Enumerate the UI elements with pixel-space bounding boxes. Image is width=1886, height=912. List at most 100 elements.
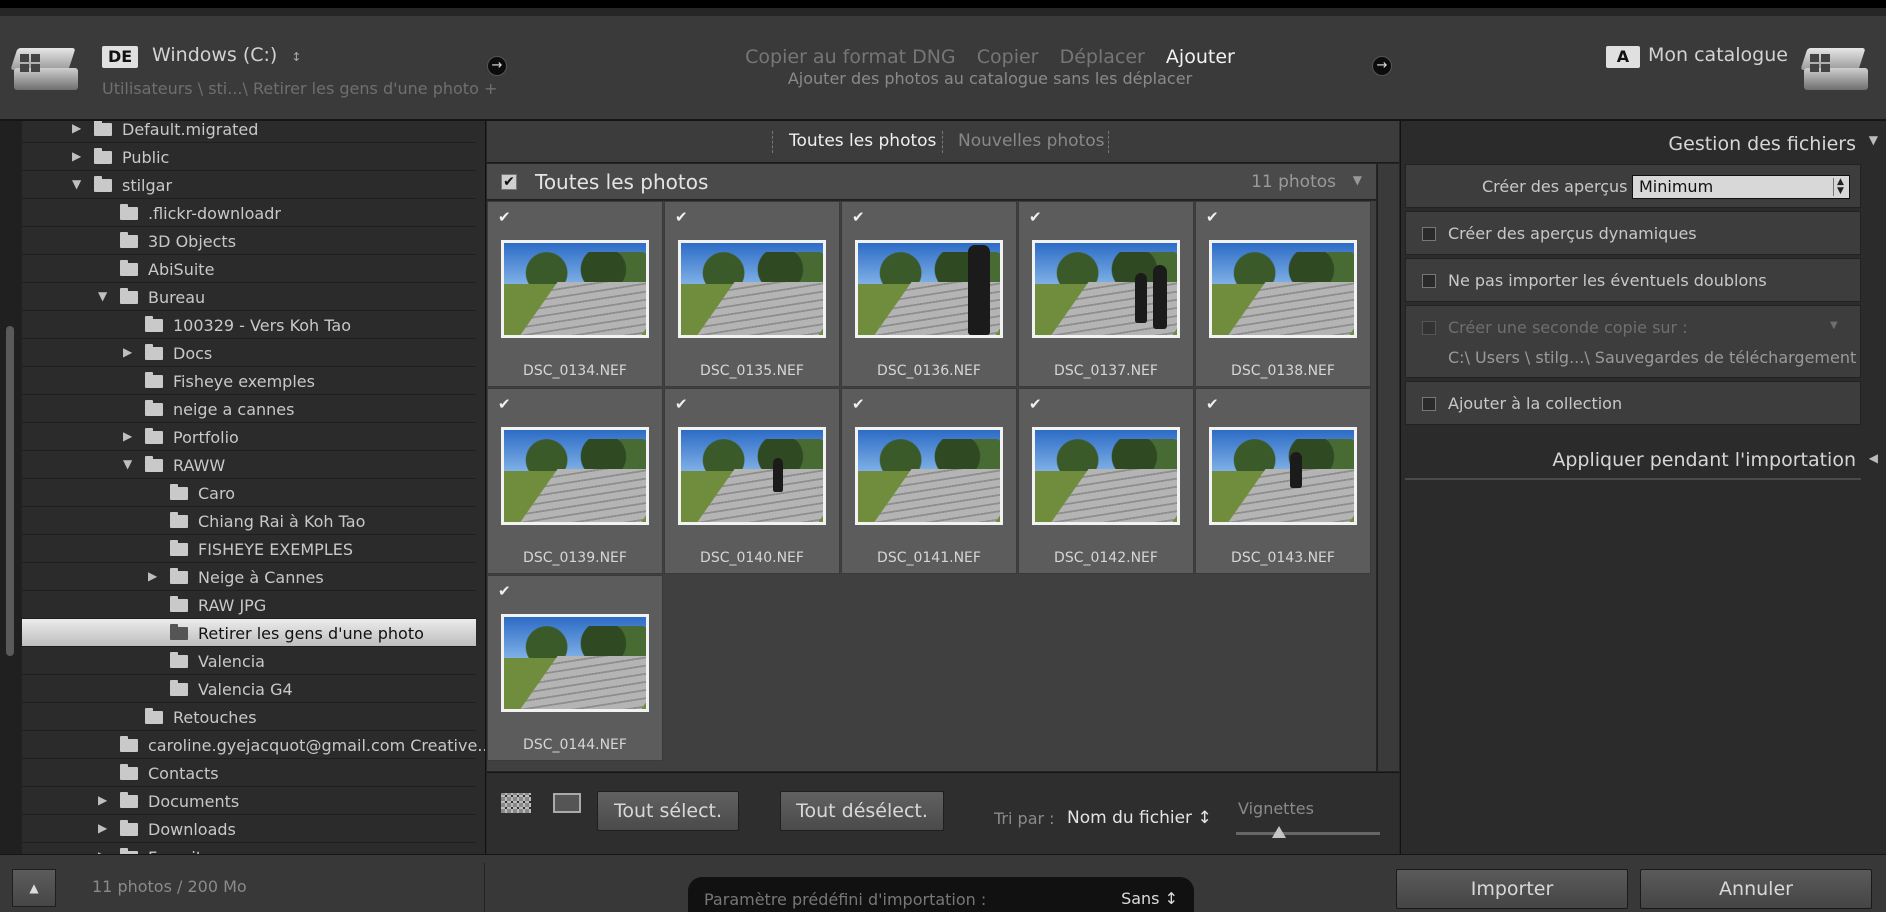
folder-tree-item[interactable]: ▶ Default.migrated — [22, 121, 476, 143]
grid-scrollbar[interactable] — [1377, 164, 1399, 771]
photo-cell[interactable]: ✔ DSC_0134.NEF — [487, 201, 663, 387]
photo-checkbox[interactable]: ✔ — [1206, 208, 1219, 226]
photo-thumbnail[interactable] — [1209, 427, 1357, 525]
folder-tree-item[interactable]: AbiSuite — [22, 255, 476, 283]
tab-all-photos[interactable]: Toutes les photos — [789, 131, 936, 151]
loupe-view-icon[interactable] — [553, 793, 581, 813]
folder-tree-item[interactable]: ▶ Docs — [22, 339, 476, 367]
photo-checkbox[interactable]: ✔ — [498, 395, 511, 413]
photo-thumbnail[interactable] — [501, 614, 649, 712]
photo-cell[interactable]: ✔ DSC_0138.NEF — [1195, 201, 1371, 387]
mode-copy[interactable]: Copier — [977, 46, 1039, 68]
folder-tree-item[interactable]: ▶ Portfolio — [22, 423, 476, 451]
tab-new-photos[interactable]: Nouvelles photos — [958, 131, 1104, 151]
photo-thumbnail[interactable] — [501, 427, 649, 525]
photo-cell[interactable]: ✔ DSC_0143.NEF — [1195, 388, 1371, 574]
second-copy-checkbox[interactable] — [1422, 321, 1436, 335]
expanded-triangle-icon[interactable]: ▼ — [98, 289, 107, 303]
mode-move[interactable]: Déplacer — [1060, 46, 1145, 68]
select-all-button[interactable]: Tout sélect. — [597, 791, 739, 831]
collapsed-triangle-icon[interactable]: ▶ — [98, 793, 107, 807]
thumbnail-size-slider-knob[interactable] — [1272, 826, 1287, 838]
grid-view-icon[interactable] — [501, 793, 531, 813]
select-all-checkbox[interactable]: ✔ — [501, 174, 517, 190]
smart-previews-checkbox[interactable] — [1422, 227, 1436, 241]
collapsed-triangle-icon[interactable]: ▶ — [72, 121, 81, 135]
folder-tree-item[interactable]: Valencia — [22, 647, 476, 675]
sort-dropdown[interactable]: Nom du fichier ↕ — [1067, 808, 1212, 828]
photo-cell[interactable]: ✔ DSC_0136.NEF — [841, 201, 1017, 387]
folder-tree-item[interactable]: .flickr-downloadr — [22, 199, 476, 227]
folder-tree-item[interactable]: Caro — [22, 479, 476, 507]
dest-drive-icon[interactable] — [1800, 42, 1868, 98]
collapsed-triangle-icon[interactable]: ▶ — [123, 345, 132, 359]
folder-tree-item-selected[interactable]: Retirer les gens d'une photo — [22, 619, 476, 647]
deselect-all-button[interactable]: Tout désélect. — [780, 791, 944, 831]
import-preset-selector[interactable]: Paramètre prédéfini d'importation : Sans… — [688, 877, 1194, 912]
folder-tree-item[interactable]: ▶Favorites — [22, 843, 476, 854]
photo-cell[interactable]: ✔ DSC_0142.NEF — [1018, 388, 1194, 574]
photo-cell[interactable]: ✔ DSC_0137.NEF — [1018, 201, 1194, 387]
expanded-triangle-icon[interactable]: ▼ — [123, 457, 132, 471]
grid-menu-triangle-icon[interactable]: ▼ — [1353, 173, 1362, 187]
photo-thumbnail[interactable] — [501, 240, 649, 338]
photo-thumbnail[interactable] — [1032, 427, 1180, 525]
folder-tree-item[interactable]: ▼ Bureau — [22, 283, 476, 311]
photo-thumbnail[interactable] — [678, 427, 826, 525]
folder-tree-item[interactable]: Retouches — [22, 703, 476, 731]
folder-tree-item[interactable]: Contacts — [22, 759, 476, 787]
photo-cell[interactable]: ✔ DSC_0144.NEF — [487, 575, 663, 761]
collapse-panel-button[interactable]: ▲ — [12, 869, 56, 907]
photo-cell[interactable]: ✔ DSC_0135.NEF — [664, 201, 840, 387]
second-copy-label[interactable]: Créer une seconde copie sur : — [1448, 318, 1688, 337]
smart-previews-label[interactable]: Créer des aperçus dynamiques — [1448, 224, 1697, 243]
apply-during-import-header[interactable]: Appliquer pendant l'importation — [1552, 449, 1856, 471]
folder-tree-item[interactable]: Valencia G4 — [22, 675, 476, 703]
photo-checkbox[interactable]: ✔ — [1029, 395, 1042, 413]
add-collection-label[interactable]: Ajouter à la collection — [1448, 394, 1622, 413]
folder-tree-item[interactable]: RAW JPG — [22, 591, 476, 619]
folder-tree-item[interactable]: ▶ Neige à Cannes — [22, 563, 476, 591]
source-drive-name[interactable]: Windows (C:) ↕ — [152, 44, 301, 66]
photo-checkbox[interactable]: ✔ — [498, 208, 511, 226]
photo-thumbnail[interactable] — [855, 427, 1003, 525]
thumbnail-size-slider[interactable] — [1236, 826, 1380, 838]
import-button[interactable]: Importer — [1396, 869, 1628, 909]
second-copy-dropdown-icon[interactable]: ▼ — [1830, 320, 1838, 331]
folder-tree-item[interactable]: FISHEYE EXEMPLES — [22, 535, 476, 563]
folder-tree-item[interactable]: ▶ Downloads — [22, 815, 476, 843]
cancel-button[interactable]: Annuler — [1640, 869, 1872, 909]
dest-catalog-name[interactable]: Mon catalogue — [1648, 44, 1788, 66]
expanded-triangle-icon[interactable]: ▼ — [72, 177, 81, 191]
photo-thumbnail[interactable] — [1032, 240, 1180, 338]
left-scrollbar[interactable] — [0, 121, 22, 854]
folder-tree-item[interactable]: neige a cannes — [22, 395, 476, 423]
folder-tree-item[interactable]: 100329 - Vers Koh Tao — [22, 311, 476, 339]
folder-tree-item[interactable]: Fisheye exemples — [22, 367, 476, 395]
photo-checkbox[interactable]: ✔ — [498, 582, 511, 600]
photo-cell[interactable]: ✔ DSC_0141.NEF — [841, 388, 1017, 574]
collapsed-triangle-icon[interactable]: ▶ — [72, 149, 81, 163]
photo-thumbnail[interactable] — [1209, 240, 1357, 338]
folder-tree-item[interactable]: Chiang Rai à Koh Tao — [22, 507, 476, 535]
mode-add[interactable]: Ajouter — [1166, 46, 1235, 68]
photo-cell[interactable]: ✔ DSC_0139.NEF — [487, 388, 663, 574]
photo-checkbox[interactable]: ✔ — [1029, 208, 1042, 226]
collapsed-triangle-icon[interactable]: ▶ — [98, 821, 107, 835]
photo-checkbox[interactable]: ✔ — [1206, 395, 1219, 413]
previews-select[interactable]: Minimum ▲ ▼ — [1632, 175, 1850, 199]
mode-copy-dng[interactable]: Copier au format DNG — [745, 46, 956, 68]
source-drive-icon[interactable] — [10, 42, 78, 98]
file-handling-collapse-icon[interactable]: ▼ — [1869, 133, 1878, 147]
folder-tree-item[interactable]: ▼ stilgar — [22, 171, 476, 199]
collapsed-triangle-icon[interactable]: ▶ — [148, 569, 157, 583]
folder-tree-item[interactable]: 3D Objects — [22, 227, 476, 255]
add-collection-checkbox[interactable] — [1422, 397, 1436, 411]
photo-checkbox[interactable]: ✔ — [852, 395, 865, 413]
import-preset-value[interactable]: Sans ↕ — [1121, 889, 1178, 908]
apply-during-import-expand-icon[interactable]: ◀ — [1869, 451, 1878, 465]
folder-tree-item[interactable]: ▶ Documents — [22, 787, 476, 815]
photo-checkbox[interactable]: ✔ — [675, 208, 688, 226]
photo-checkbox[interactable]: ✔ — [675, 395, 688, 413]
no-duplicates-label[interactable]: Ne pas importer les éventuels doublons — [1448, 271, 1767, 290]
